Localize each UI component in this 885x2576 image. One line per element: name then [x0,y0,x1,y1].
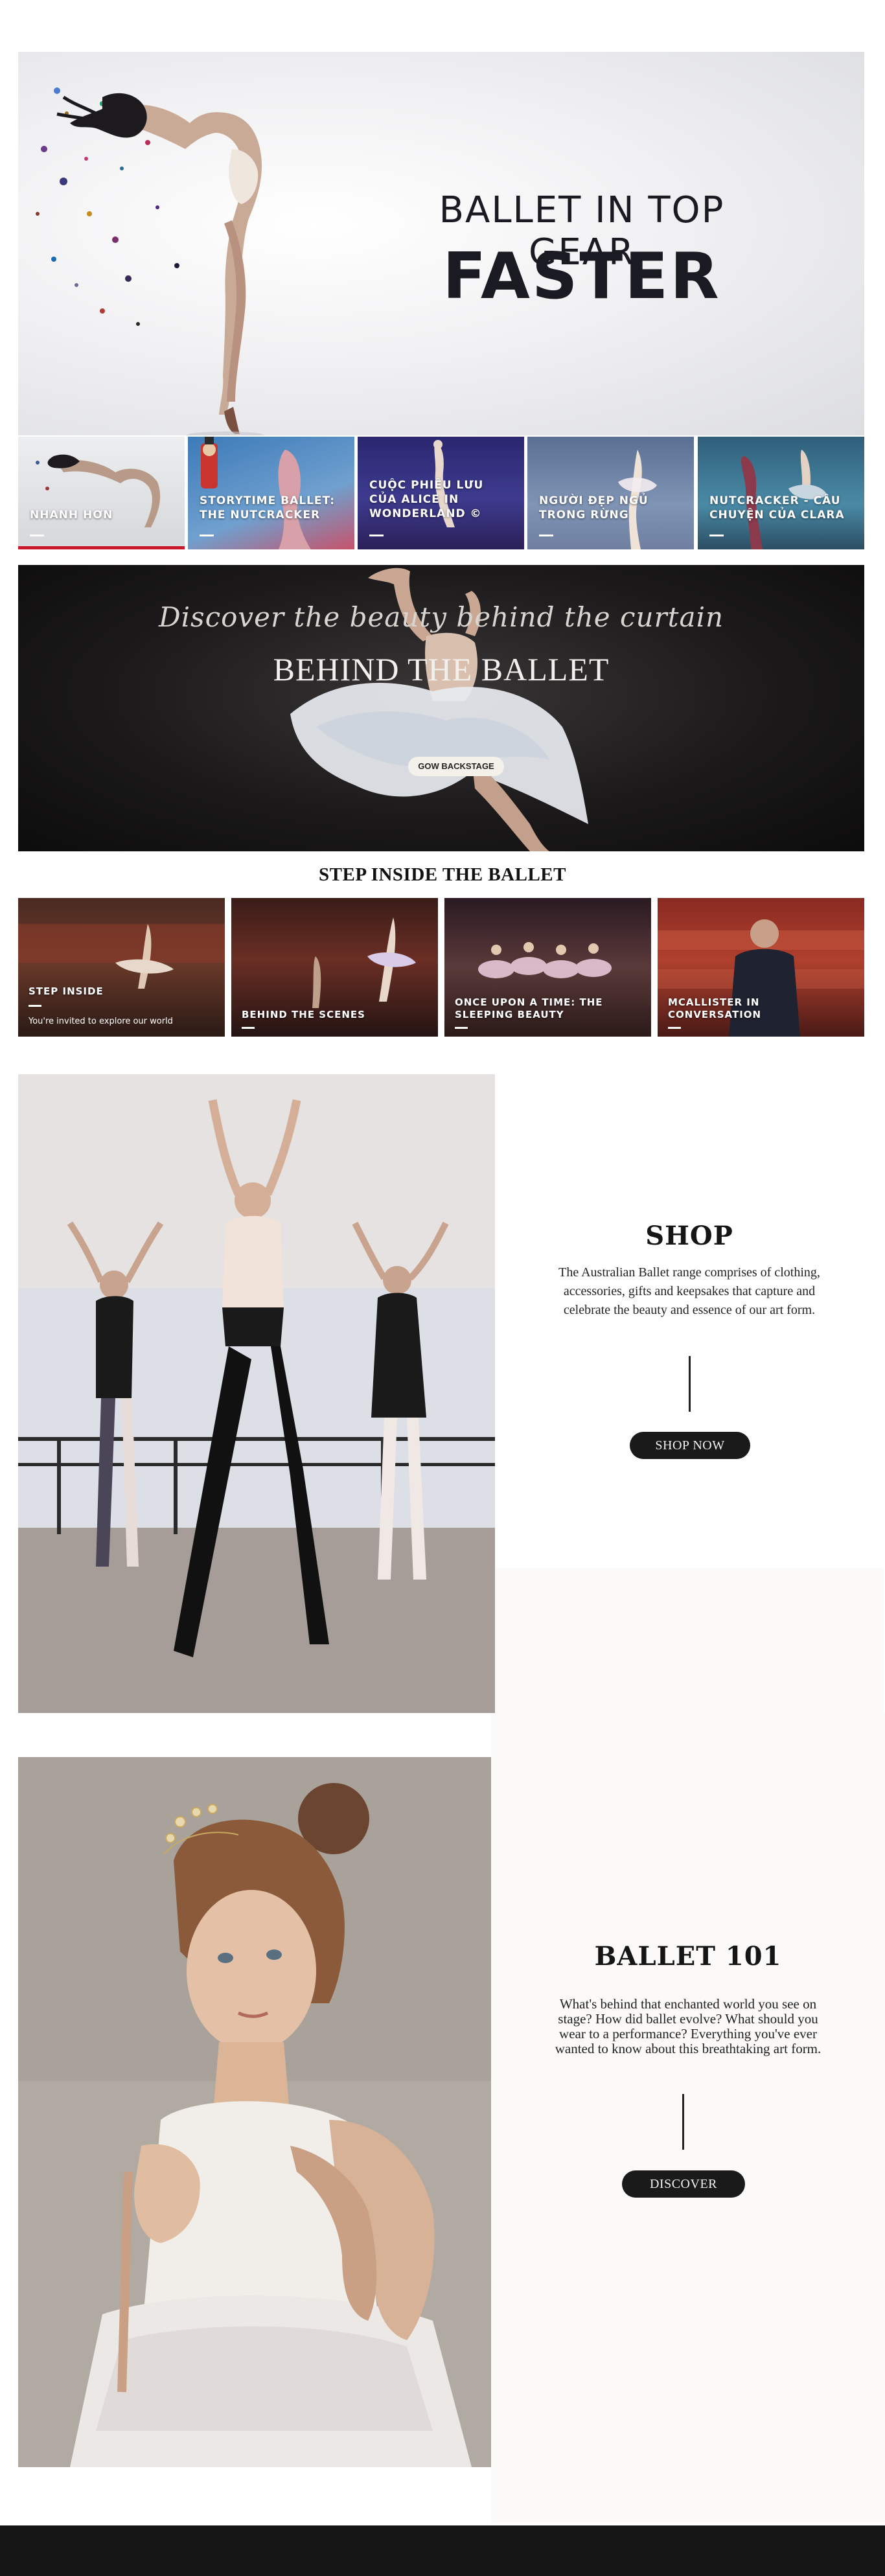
shop-description: The Australian Ballet range comprises of… [558,1265,820,1317]
shop-divider [689,1356,691,1412]
ballet101-divider [682,2094,684,2150]
card-behind-the-scenes[interactable]: BEHIND THE SCENES [231,898,438,1037]
thumbnail-dash [709,535,724,536]
thumbnail-image [201,437,311,549]
card-sleeping-beauty[interactable]: ONCE UPON A TIME: THE SLEEPING BEAUTY [444,898,651,1037]
step-inside-cards: STEP INSIDE You're invited to explore ou… [18,898,864,1037]
hero-banner[interactable]: BALLET IN TOP GEAR FASTER [18,52,864,435]
thumbnail-nutcracker[interactable]: STORYTIME BALLET: THE NUTCRACKER [188,437,354,549]
discover-button[interactable]: DISCOVER [622,2170,745,2198]
slider-thumbnail-strip: NHANH HƠN STORYTIME BALLET: THE NUTCRACK… [18,437,864,549]
thumbnail-label: NUTCRACKER - CÂU CHUYỆN CỦA CLARA [709,494,845,522]
ballet101-girl-image [18,1757,491,2467]
thumbnail-nutcracker-clara[interactable]: NUTCRACKER - CÂU CHUYỆN CỦA CLARA [698,437,864,549]
ballet101-description: What's behind that enchanted world you s… [555,1996,822,2056]
thumbnail-alice[interactable]: CUỘC PHIÊU LƯU CỦA ALICE IN WONDERLAND © [358,437,524,549]
thumbnail-label: NHANH HƠN [30,509,113,522]
card-image [18,924,225,989]
thumbnail-image [741,450,827,549]
card-dash [668,1027,681,1029]
card-subtitle: You're invited to explore our world [29,1017,173,1026]
thumbnail-sleeping-beauty[interactable]: NGƯỜI ĐẸP NGỦ TRONG RỪNG [527,437,694,549]
card-dash [242,1027,255,1029]
card-dash [29,1005,41,1007]
go-backstage-button[interactable]: GOW BACKSTAGE [408,757,504,776]
card-label: MCALLISTER IN CONVERSATION [668,996,762,1020]
shop-panel-shade [495,1568,884,1713]
thumbnail-dash [369,535,384,536]
hero-subheadline: FASTER [442,240,721,314]
behind-the-ballet-banner[interactable]: Discover the beauty behind the curtain B… [18,565,864,851]
thumbnail-dash [539,535,553,536]
thumbnail-faster[interactable]: NHANH HƠN [18,437,185,549]
behind-title: BEHIND THE BALLET [273,651,610,687]
footer-bar [0,2525,885,2576]
card-mcallister[interactable]: MCALLISTER IN CONVERSATION [658,898,864,1037]
thumbnail-image [36,454,161,527]
shop-dancers-image [18,1074,495,1713]
card-dash [455,1027,468,1029]
thumbnail-dash [200,535,214,536]
shop-title: SHOP [645,1221,733,1251]
thumbnail-dash [30,535,44,536]
dancer-figure [56,93,262,434]
behind-script-tagline: Discover the beauty behind the curtain [158,601,724,633]
thumbnail-label: NGƯỜI ĐẸP NGỦ TRONG RỪNG [539,494,649,522]
step-inside-heading: STEP INSIDE THE BALLET [319,864,566,885]
hero-dancer-image [36,87,264,435]
card-step-inside[interactable]: STEP INSIDE You're invited to explore ou… [18,898,225,1037]
thumbnail-label: CUỘC PHIÊU LƯU CỦA ALICE IN WONDERLAND © [369,479,484,520]
thumbnail-active-indicator [18,546,185,549]
card-label: ONCE UPON A TIME: THE SLEEPING BEAUTY [455,996,603,1020]
card-label: STEP INSIDE [29,985,104,997]
shop-now-button[interactable]: SHOP NOW [630,1432,750,1459]
card-label: BEHIND THE SCENES [242,1009,365,1020]
thumbnail-label: STORYTIME BALLET: THE NUTCRACKER [200,494,335,522]
thumbnail-image [618,450,657,549]
ballet101-panel: BALLET 101 What's behind that enchanted … [491,1713,885,2523]
ballet101-title: BALLET 101 [594,1941,782,1972]
